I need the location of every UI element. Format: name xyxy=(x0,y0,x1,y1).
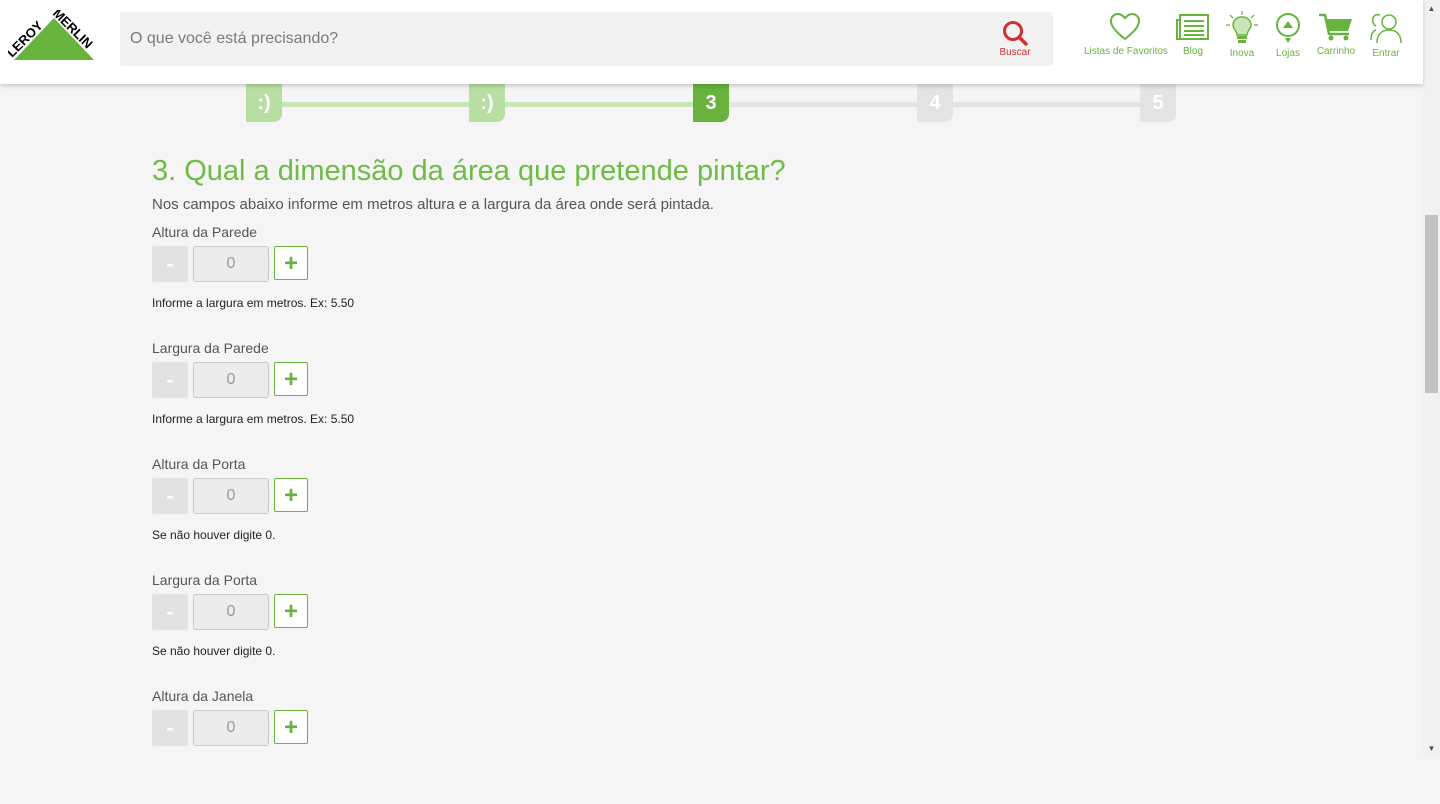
field-window-height: Altura da Janela - + xyxy=(152,688,1252,804)
window-height-input[interactable] xyxy=(193,710,269,746)
step-1[interactable]: :) xyxy=(246,84,282,122)
decrement-button[interactable]: - xyxy=(152,362,188,398)
decrement-button[interactable]: - xyxy=(152,594,188,630)
progress-steps: :) :) 3 4 5 xyxy=(0,84,1423,124)
cart-icon xyxy=(1319,13,1352,41)
page-subtitle: Nos campos abaixo informe em metros altu… xyxy=(152,196,714,213)
user-icon xyxy=(1370,13,1402,44)
scroll-thumb[interactable] xyxy=(1425,215,1438,393)
increment-button[interactable]: + xyxy=(274,362,308,396)
heart-icon xyxy=(1109,12,1141,41)
search-button[interactable]: Buscar xyxy=(990,18,1040,62)
progress-line-1 xyxy=(282,102,470,107)
decrement-button[interactable]: - xyxy=(152,246,188,282)
field-hint: Informe a largura em metros. Ex: 5.50 xyxy=(152,412,355,426)
search-input[interactable] xyxy=(120,12,1000,66)
field-label: Altura da Porta xyxy=(152,456,246,472)
field-label: Largura da Parede xyxy=(152,340,269,356)
field-wall-height: Altura da Parede - + Informe a largura e… xyxy=(152,224,1252,340)
wall-height-input[interactable] xyxy=(193,246,269,282)
page-title: 3. Qual a dimensão da área que pretende … xyxy=(152,155,786,187)
field-hint: Se não houver digite 0. xyxy=(152,644,276,658)
field-label: Altura da Parede xyxy=(152,224,258,240)
progress-line-4 xyxy=(953,102,1141,107)
favorites-link[interactable]: Listas de Favoritos xyxy=(1084,12,1168,57)
increment-button[interactable]: + xyxy=(274,246,308,280)
decrement-button[interactable]: - xyxy=(152,710,188,746)
login-label: Entrar xyxy=(1372,48,1400,59)
field-label: Altura da Janela xyxy=(152,688,254,704)
search-button-label: Buscar xyxy=(999,47,1031,58)
decrement-button[interactable]: - xyxy=(152,478,188,514)
field-hint: Informe a largura em metros. Ex: 5.50 xyxy=(152,296,355,310)
search-bar: Buscar xyxy=(120,12,1053,66)
increment-button[interactable]: + xyxy=(274,478,308,512)
increment-button[interactable]: + xyxy=(274,710,308,744)
cart-link[interactable]: Carrinho xyxy=(1314,12,1358,57)
page-scrollbar[interactable]: ▲ ▼ xyxy=(1423,0,1440,757)
site-header: LEROY MERLIN Buscar Listas de Favoritos xyxy=(0,0,1423,84)
scroll-down-arrow-icon[interactable]: ▼ xyxy=(1423,740,1440,757)
step-3: 3 xyxy=(693,84,729,122)
progress-line-2 xyxy=(505,102,693,107)
field-hint: Se não houver digite 0. xyxy=(152,528,276,542)
step-4: 4 xyxy=(917,84,953,122)
door-width-input[interactable] xyxy=(193,594,269,630)
leroy-merlin-logo[interactable]: LEROY MERLIN xyxy=(4,6,100,68)
step-2[interactable]: :) xyxy=(469,84,505,122)
increment-button[interactable]: + xyxy=(274,594,308,628)
lightbulb-icon xyxy=(1226,11,1258,43)
blog-label: Blog xyxy=(1182,46,1203,57)
field-wall-width: Largura da Parede - + Informe a largura … xyxy=(152,340,1252,456)
scroll-up-arrow-icon[interactable]: ▲ xyxy=(1423,0,1440,17)
stores-label: Lojas xyxy=(1276,48,1300,59)
inova-link[interactable]: Inova xyxy=(1222,10,1262,59)
field-door-width: Largura da Porta - + Se não houver digit… xyxy=(152,572,1252,688)
wall-width-input[interactable] xyxy=(193,362,269,398)
inova-label: Inova xyxy=(1229,48,1255,59)
stores-link[interactable]: Lojas xyxy=(1272,12,1304,59)
door-height-input[interactable] xyxy=(193,478,269,514)
main-content: 3. Qual a dimensão da área que pretende … xyxy=(152,150,1252,804)
cart-label: Carrinho xyxy=(1316,46,1356,57)
newspaper-icon xyxy=(1176,14,1209,40)
progress-line-3 xyxy=(729,102,917,107)
search-icon xyxy=(1003,21,1028,46)
location-pin-icon xyxy=(1276,13,1300,43)
favorites-label: Listas de Favoritos xyxy=(1084,46,1168,57)
login-link[interactable]: Entrar xyxy=(1366,12,1406,59)
blog-link[interactable]: Blog xyxy=(1174,12,1212,57)
step-5: 5 xyxy=(1140,84,1176,122)
field-label: Largura da Porta xyxy=(152,572,258,588)
field-door-height: Altura da Porta - + Se não houver digite… xyxy=(152,456,1252,572)
